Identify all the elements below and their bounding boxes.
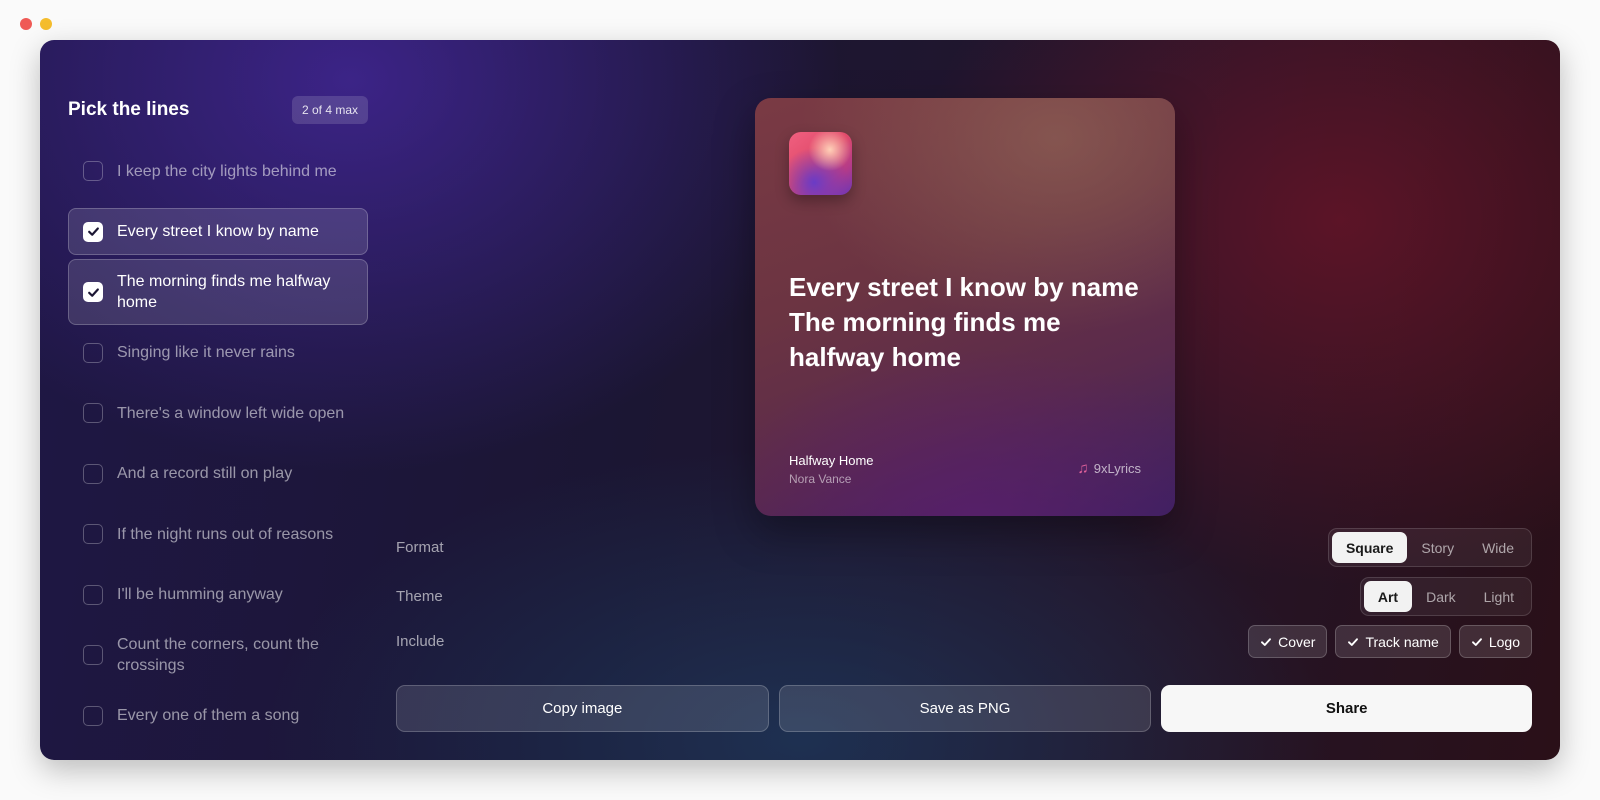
line-picker-title: Pick the lines — [68, 99, 190, 120]
lyric-line-item[interactable]: The morning finds me halfway home — [68, 259, 368, 325]
format-label: Format — [396, 539, 444, 556]
include-cover-label: Cover — [1278, 633, 1316, 650]
include-track-name-toggle[interactable]: Track name — [1335, 625, 1451, 658]
theme-segmented-control: Art Dark Light — [1359, 577, 1532, 616]
lyric-line-text: The morning finds me halfway home — [117, 273, 331, 311]
card-lyric-line: Every street I know by name — [789, 272, 1139, 302]
lyric-line-item[interactable]: Every street I know by name — [68, 208, 368, 255]
line-checkbox[interactable] — [83, 342, 103, 363]
line-checkbox[interactable] — [83, 282, 103, 302]
lyric-line-item[interactable]: I'll be humming anyway — [68, 571, 368, 618]
format-wide-button[interactable]: Wide — [1468, 532, 1528, 563]
lyric-line-text: I'll be humming anyway — [117, 586, 283, 603]
lyric-line-item[interactable]: Singing like it never rains — [68, 329, 368, 376]
lyric-line-text: Every street I know by name — [117, 223, 319, 240]
card-lyrics: Every street I know by name The morning … — [789, 270, 1149, 375]
save-png-button[interactable]: Save as PNG — [778, 685, 1152, 732]
lyric-line-item[interactable]: And a record still on play — [68, 450, 368, 497]
lyric-line-item[interactable]: Every one of them a song — [68, 692, 368, 739]
theme-light-button[interactable]: Light — [1470, 581, 1528, 612]
theme-dark-button[interactable]: Dark — [1412, 581, 1470, 612]
include-logo-label: Logo — [1488, 633, 1520, 650]
action-bar: Copy image Save as PNG Share — [396, 685, 1533, 732]
line-checkbox[interactable] — [83, 403, 103, 423]
line-checkbox[interactable] — [83, 524, 103, 544]
lyric-line-item[interactable]: If the night runs out of reasons — [68, 501, 368, 567]
format-option-row: Format Square Story Wide — [396, 528, 1532, 567]
include-track-name-label: Track name — [1365, 633, 1439, 650]
include-cover-toggle[interactable]: Cover — [1248, 625, 1328, 658]
include-toggles: Cover Track name Logo — [1248, 625, 1532, 658]
lyric-line-item[interactable]: There's a window left wide open — [68, 380, 368, 446]
lyric-card-preview: Every street I know by name The morning … — [755, 98, 1175, 516]
check-icon — [87, 287, 99, 297]
line-checkbox[interactable] — [83, 221, 103, 242]
lyric-line-text: There's a window left wide open — [117, 404, 345, 422]
format-story-button[interactable]: Story — [1407, 532, 1468, 563]
brand-logo: ♫ 9xLyrics — [1078, 460, 1141, 477]
share-button[interactable]: Share — [1161, 685, 1533, 732]
window-controls — [20, 18, 52, 30]
track-info: Halfway Home Nora Vance — [789, 453, 874, 486]
include-logo-toggle[interactable]: Logo — [1458, 625, 1532, 658]
include-label: Include — [396, 633, 445, 650]
track-title: Halfway Home — [789, 453, 874, 468]
selection-count-badge: 2 of 4 max — [291, 96, 368, 124]
format-square-button[interactable]: Square — [1331, 532, 1408, 563]
lyric-line-text: Every one of them a song — [117, 707, 300, 724]
lyric-line-list: I keep the city lights behind me Every st… — [68, 138, 368, 739]
format-segmented-control: Square Story Wide — [1327, 528, 1532, 567]
line-picker-panel: Pick the lines 2 of 4 max I keep the cit… — [68, 96, 368, 739]
theme-option-row: Theme Art Dark Light — [396, 577, 1532, 616]
check-icon — [87, 227, 99, 236]
line-checkbox[interactable] — [83, 645, 103, 665]
music-note-icon: ♫ — [1077, 460, 1089, 477]
include-option-row: Include Cover Track name Logo — [396, 625, 1532, 658]
lyric-line-text: Count the corners, count the crossings — [117, 636, 319, 674]
lyric-line-text: I keep the city lights behind me — [117, 162, 337, 180]
line-checkbox[interactable] — [83, 584, 103, 605]
theme-art-button[interactable]: Art — [1363, 581, 1413, 612]
lyric-line-item[interactable]: I keep the city lights behind me — [68, 138, 368, 204]
app-window: Pick the lines 2 of 4 max I keep the cit… — [40, 40, 1560, 760]
brand-logo-text: 9xLyrics — [1093, 461, 1141, 476]
line-checkbox[interactable] — [83, 705, 103, 726]
lyric-line-text: Singing like it never rains — [117, 344, 295, 361]
lyric-line-text: If the night runs out of reasons — [117, 525, 334, 543]
check-icon — [1261, 637, 1272, 646]
theme-label: Theme — [396, 588, 443, 605]
line-checkbox[interactable] — [83, 463, 103, 484]
copy-image-button[interactable]: Copy image — [396, 685, 769, 732]
line-checkbox[interactable] — [83, 161, 103, 181]
minimize-window-button[interactable] — [40, 18, 52, 30]
check-icon — [1471, 637, 1482, 646]
card-footer: Halfway Home Nora Vance ♫ 9xLyrics — [789, 453, 1141, 486]
card-lyric-line: The morning finds me halfway home — [789, 307, 1061, 372]
lyric-line-text: And a record still on play — [117, 465, 293, 482]
track-artist: Nora Vance — [789, 472, 852, 486]
lyric-line-item[interactable]: Count the corners, count the crossings — [68, 622, 368, 688]
album-cover-art — [789, 132, 852, 195]
line-picker-header: Pick the lines 2 of 4 max — [68, 96, 368, 124]
check-icon — [1348, 637, 1359, 646]
close-window-button[interactable] — [20, 18, 32, 30]
